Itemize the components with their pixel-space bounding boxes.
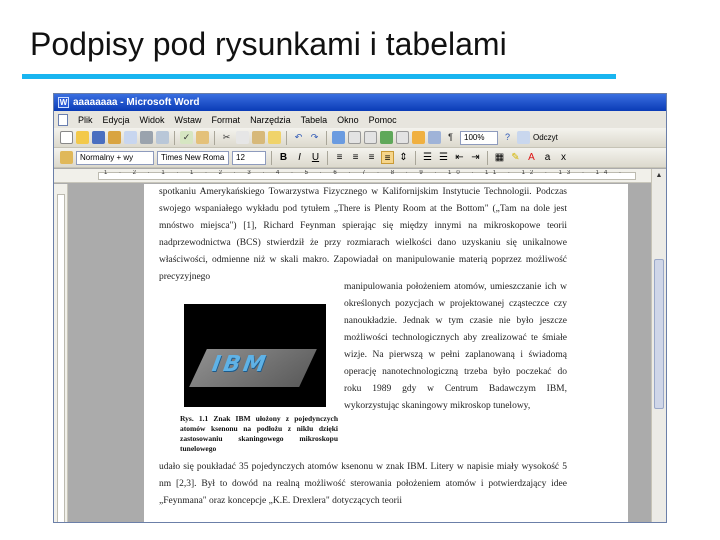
read-button[interactable]: Odczyt: [533, 133, 558, 142]
menu-bar: Plik Edycja Widok Wstaw Format Narzędzia…: [54, 111, 666, 128]
toolbar-separator: [326, 130, 327, 145]
align-left-icon[interactable]: ≡: [333, 151, 346, 164]
menu-format[interactable]: Format: [212, 115, 241, 125]
document-map-icon[interactable]: [428, 131, 441, 144]
justify-icon[interactable]: ≡: [381, 151, 394, 164]
insert-excel-icon[interactable]: [380, 131, 393, 144]
show-hide-icon[interactable]: ¶: [444, 131, 457, 144]
italic-button[interactable]: I: [293, 151, 306, 164]
menu-okno[interactable]: Okno: [337, 115, 359, 125]
menu-edycja[interactable]: Edycja: [103, 115, 130, 125]
columns-icon[interactable]: [396, 131, 409, 144]
line-spacing-icon[interactable]: ⇕: [397, 151, 410, 164]
toolbar-separator: [415, 150, 416, 165]
scrollbar-thumb[interactable]: [654, 259, 664, 409]
word-window-screenshot: W aaaaaaaa - Microsoft Word Plik Edycja …: [53, 93, 667, 523]
menu-plik[interactable]: Plik: [78, 115, 93, 125]
ibm-xenon-figure-image: IBM: [184, 304, 326, 407]
format-painter-icon[interactable]: [268, 131, 281, 144]
menu-wstaw[interactable]: Wstaw: [175, 115, 202, 125]
toolbar-separator: [214, 130, 215, 145]
align-center-icon[interactable]: ≡: [349, 151, 362, 164]
help-icon[interactable]: ?: [501, 131, 514, 144]
highlight-icon[interactable]: ✎: [509, 151, 522, 164]
font-color-icon[interactable]: A: [525, 151, 538, 164]
toolbar-separator: [271, 150, 272, 165]
research-icon[interactable]: [196, 131, 209, 144]
underline-button[interactable]: U: [309, 151, 322, 164]
new-document-icon[interactable]: [60, 131, 73, 144]
slide-title: Podpisy pod rysunkami i tabelami: [30, 26, 507, 62]
menu-pomoc[interactable]: Pomoc: [369, 115, 397, 125]
cut-icon[interactable]: ✂: [220, 131, 233, 144]
bullets-icon[interactable]: ☰: [437, 151, 450, 164]
document-icon: [58, 113, 68, 126]
toolbar-separator: [174, 130, 175, 145]
shrink-font-icon[interactable]: a: [541, 151, 554, 164]
drawing-icon[interactable]: [412, 131, 425, 144]
paste-icon[interactable]: [252, 131, 265, 144]
figure-caption: Rys. 1.1 Znak IBM ułożony z pojedynczych…: [180, 414, 338, 453]
font-select[interactable]: Times New Roma: [157, 150, 229, 165]
vertical-ruler: [54, 184, 68, 522]
read-icon[interactable]: [517, 131, 530, 144]
zoom-select[interactable]: 100%: [460, 130, 498, 145]
formatting-toolbar: Normalny + wy Times New Roma 12 B I U ≡ …: [54, 148, 666, 168]
menu-narzedzia[interactable]: Narzędzia: [250, 115, 291, 125]
title-underline: [22, 74, 616, 79]
ruler-numbers: 1 · 2 · 1 · 1 · 2 · 3 · 4 · 5 · 6 · 7 · …: [104, 170, 632, 176]
undo-icon[interactable]: ↶: [292, 131, 305, 144]
horizontal-ruler: 1 · 2 · 1 · 1 · 2 · 3 · 4 · 5 · 6 · 7 · …: [54, 169, 666, 183]
window-title: aaaaaaaa - Microsoft Word: [73, 97, 200, 108]
print-icon[interactable]: [140, 131, 153, 144]
borders-icon[interactable]: ▦: [493, 151, 506, 164]
increase-indent-icon[interactable]: ⇥: [469, 151, 482, 164]
print-preview-icon[interactable]: [156, 131, 169, 144]
spelling-icon[interactable]: ✓: [180, 131, 193, 144]
toolbar-separator: [327, 150, 328, 165]
menu-tabela[interactable]: Tabela: [301, 115, 328, 125]
font-size-select[interactable]: 12: [232, 150, 266, 165]
vertical-scrollbar[interactable]: ▲: [651, 169, 666, 522]
menu-widok[interactable]: Widok: [140, 115, 165, 125]
vertical-ruler-track: [57, 194, 65, 522]
word-app-icon: W: [58, 97, 69, 108]
grow-font-icon[interactable]: x: [557, 151, 570, 164]
decrease-indent-icon[interactable]: ⇤: [453, 151, 466, 164]
save-icon[interactable]: [92, 131, 105, 144]
toolbar-separator: [286, 130, 287, 145]
align-right-icon[interactable]: ≡: [365, 151, 378, 164]
paragraph-wrapped: manipulowania położeniem atomów, umieszc…: [344, 282, 567, 411]
open-folder-icon[interactable]: [76, 131, 89, 144]
bold-button[interactable]: B: [277, 151, 290, 164]
copy-icon[interactable]: [236, 131, 249, 144]
hyperlink-icon[interactable]: [332, 131, 345, 144]
numbering-icon[interactable]: ☰: [421, 151, 434, 164]
redo-icon[interactable]: ↷: [308, 131, 321, 144]
tables-borders-icon[interactable]: [348, 131, 361, 144]
scroll-up-icon[interactable]: ▲: [654, 171, 664, 181]
document-page[interactable]: spotkaniu Amerykańskiego Towarzystwa Fiz…: [144, 184, 628, 522]
ibm-atom-letters: IBM: [207, 352, 273, 377]
standard-toolbar: ✓ ✂ ↶ ↷ ¶ 100% ? Odczyt: [54, 128, 666, 148]
window-titlebar: W aaaaaaaa - Microsoft Word: [54, 94, 666, 111]
insert-table-icon[interactable]: [364, 131, 377, 144]
email-icon[interactable]: [124, 131, 137, 144]
styles-pane-icon[interactable]: [60, 151, 73, 164]
paragraph-continued: udało się poukładać 35 pojedynczych atom…: [159, 462, 567, 506]
style-select[interactable]: Normalny + wy: [76, 150, 154, 165]
permission-icon[interactable]: [108, 131, 121, 144]
toolbar-separator: [487, 150, 488, 165]
paragraph-intro: spotkaniu Amerykańskiego Towarzystwa Fiz…: [159, 187, 567, 282]
